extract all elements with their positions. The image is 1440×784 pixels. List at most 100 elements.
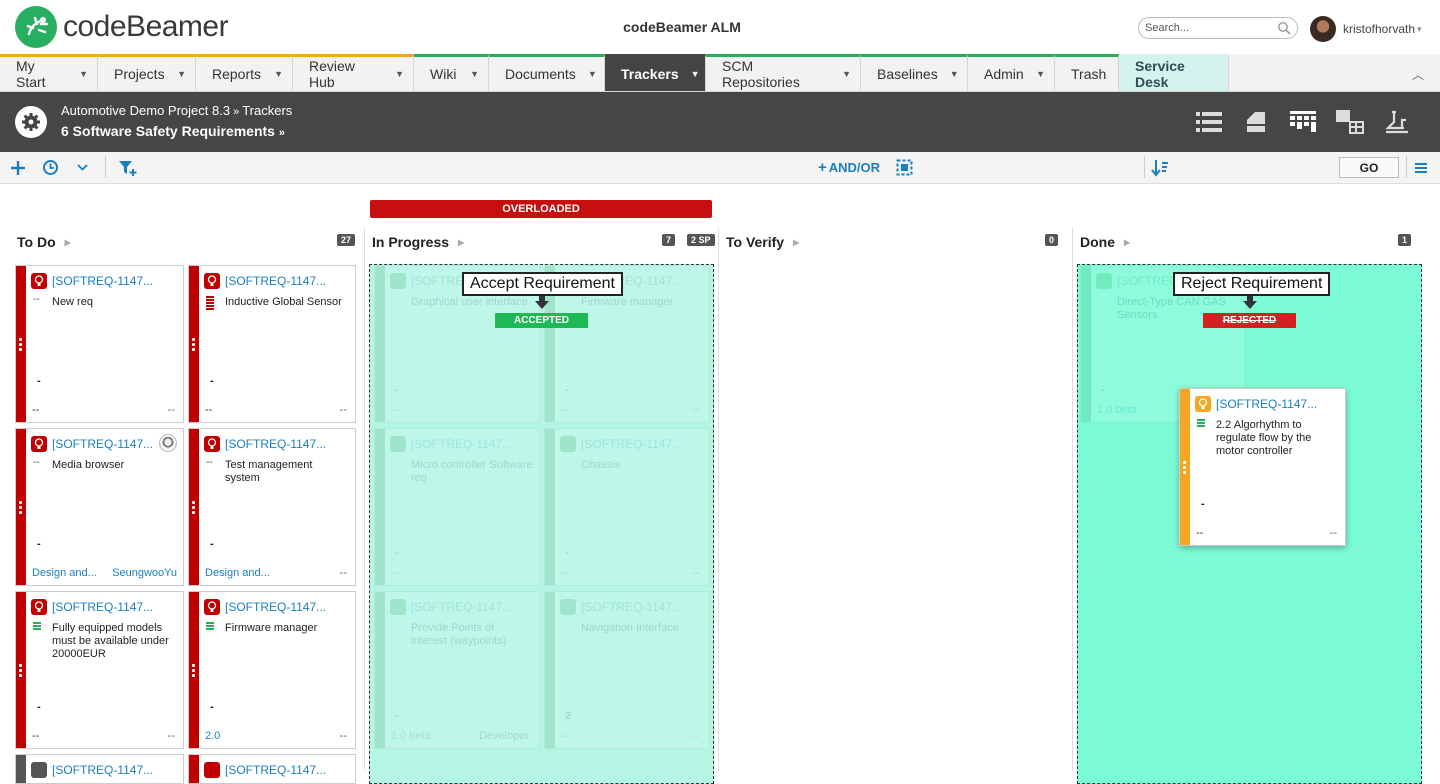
card-id[interactable]: [SOFTREQ-1147... <box>52 600 153 614</box>
card-drag-handle[interactable] <box>16 592 26 748</box>
chevron-down-icon[interactable]: ▼ <box>177 69 186 79</box>
chevron-down-icon[interactable]: ▼ <box>395 69 404 79</box>
card-story-points: - <box>210 701 214 713</box>
chevron-down-icon[interactable] <box>76 152 89 183</box>
column-header-in-progress[interactable]: In Progress ▶ <box>372 234 464 250</box>
tab-trash[interactable]: Trash <box>1055 54 1119 91</box>
search-box[interactable] <box>1138 17 1298 39</box>
card-drag-handle[interactable] <box>189 429 199 585</box>
tree-view-icon[interactable] <box>1327 106 1373 138</box>
card-id[interactable]: [SOFTREQ-1147... <box>225 763 326 777</box>
expand-arrow-icon[interactable]: ▶ <box>458 238 464 247</box>
card[interactable]: [SOFTREQ-1147... <box>15 754 184 784</box>
list-view-icon[interactable] <box>1186 106 1232 138</box>
tab-documents[interactable]: Documents ▼ <box>489 54 605 91</box>
tab-label: Service Desk <box>1135 58 1185 90</box>
card-id[interactable]: [SOFTREQ-1147... <box>1216 397 1317 411</box>
tab-scm-repositories[interactable]: SCM Repositories ▼ <box>706 54 861 91</box>
add-icon[interactable] <box>10 152 26 183</box>
card-drag-handle[interactable] <box>16 429 26 585</box>
card-assignee[interactable]: SeungwooYu <box>112 567 177 579</box>
card[interactable]: [SOFTREQ-1147... -- Test management syst… <box>188 428 356 586</box>
assignee-avatar[interactable] <box>159 434 177 452</box>
collapse-icon[interactable]: ︿ <box>1412 66 1424 83</box>
card-id[interactable]: [SOFTREQ-1147... <box>52 763 153 777</box>
user-menu[interactable]: kristofhorvath ▾ <box>1310 16 1422 42</box>
chevron-down-icon: ▾ <box>1417 23 1422 34</box>
chevron-down-icon[interactable]: ▼ <box>470 69 479 79</box>
tab-wiki[interactable]: Wiki ▼ <box>414 54 489 91</box>
breadcrumb-project[interactable]: Automotive Demo Project 8.3 <box>61 103 230 118</box>
expand-arrow-icon[interactable]: ▶ <box>65 238 71 247</box>
go-button[interactable]: GO <box>1339 157 1399 178</box>
menu-icon[interactable] <box>1414 152 1428 183</box>
card-title: 2.2 Algorhythm to regulate flow by the m… <box>1216 419 1312 457</box>
chevron-down-icon[interactable]: ▼ <box>1036 69 1045 79</box>
cardboard-view-icon[interactable] <box>1280 106 1326 138</box>
filter-add-icon[interactable] <box>118 152 138 183</box>
select-area-icon[interactable] <box>896 152 913 183</box>
tab-label: Reports <box>212 66 262 82</box>
card-id[interactable]: [SOFTREQ-1147... <box>225 437 326 451</box>
card-drag-handle[interactable] <box>189 592 199 748</box>
card-id[interactable]: [SOFTREQ-1147... <box>225 274 326 288</box>
card-release[interactable]: 2.0 <box>205 730 220 742</box>
breadcrumb-trackers[interactable]: Trackers <box>242 103 292 118</box>
chevron-down-icon[interactable]: ▼ <box>950 69 959 79</box>
chevron-down-icon[interactable]: ▼ <box>691 69 700 79</box>
tab-label: Projects <box>114 66 165 82</box>
card-id[interactable]: [SOFTREQ-1147... <box>225 600 326 614</box>
chevron-down-icon[interactable]: ▼ <box>79 69 88 79</box>
card-id[interactable]: [SOFTREQ-1147... <box>52 274 153 288</box>
expand-arrow-icon[interactable]: ▶ <box>1124 238 1130 247</box>
priority-icon: -- <box>33 294 40 305</box>
card-release: 1.0 beta <box>391 730 431 742</box>
card-drag-handle[interactable] <box>189 755 199 783</box>
search-icon[interactable] <box>1277 21 1291 38</box>
tab-my-start[interactable]: My Start ▼ <box>0 54 98 91</box>
card-story-points: 2 <box>565 710 572 722</box>
and-or-button[interactable]: + AND/OR <box>818 152 880 183</box>
tab-baselines[interactable]: Baselines ▼ <box>861 54 968 91</box>
card-drag-handle[interactable] <box>16 755 26 783</box>
card[interactable]: [SOFTREQ-1147... Fully equipped models m… <box>15 591 184 749</box>
chevron-down-icon[interactable]: ▼ <box>274 69 283 79</box>
and-or-label: AND/OR <box>828 160 881 175</box>
document-view-icon[interactable] <box>1233 106 1279 138</box>
toolbar-divider <box>1144 156 1145 178</box>
card[interactable]: [SOFTREQ-1147... Inductive Global Sensor… <box>188 265 356 423</box>
card-release[interactable]: Design and... <box>32 567 97 579</box>
card-drag-handle[interactable] <box>189 266 199 422</box>
tab-reports[interactable]: Reports ▼ <box>196 54 293 91</box>
gear-icon[interactable] <box>15 106 47 138</box>
card[interactable]: [SOFTREQ-1147... <box>188 754 356 784</box>
column-count: 1 <box>1398 234 1412 246</box>
dragged-card[interactable]: [SOFTREQ-1147... 2.2 Algorhythm to regul… <box>1179 388 1346 546</box>
card-drag-handle[interactable] <box>1180 389 1190 545</box>
expand-arrow-icon[interactable]: ▶ <box>793 238 799 247</box>
card[interactable]: [SOFTREQ-1147... -- New req - -- -- <box>15 265 184 423</box>
chevron-down-icon[interactable]: ▼ <box>842 69 851 79</box>
card-drag-handle[interactable] <box>16 266 26 422</box>
tab-admin[interactable]: Admin ▼ <box>968 54 1055 91</box>
card-release: -- <box>391 567 399 579</box>
requirement-icon <box>31 436 47 452</box>
column-header-to-verify[interactable]: To Verify ▶ <box>726 234 799 250</box>
column-header-todo[interactable]: To Do ▶ <box>17 234 71 250</box>
tracker-title[interactable]: 6 Software Safety Requirements <box>61 123 275 139</box>
tab-projects[interactable]: Projects ▼ <box>98 54 196 91</box>
chevron-down-icon[interactable]: ▼ <box>588 69 597 79</box>
card-id[interactable]: [SOFTREQ-1147... <box>52 437 153 451</box>
column-title: In Progress <box>372 234 450 250</box>
card-release[interactable]: Design and... <box>205 567 270 579</box>
column-header-done[interactable]: Done ▶ <box>1080 234 1130 250</box>
tab-service-desk[interactable]: Service Desk <box>1119 54 1229 91</box>
card[interactable]: [SOFTREQ-1147... -- Media browser - Desi… <box>15 428 184 586</box>
card[interactable]: [SOFTREQ-1147... Firmware manager - 2.0 … <box>188 591 356 749</box>
test-view-icon[interactable] <box>1374 106 1420 138</box>
history-icon[interactable] <box>42 152 59 183</box>
sort-icon[interactable] <box>1151 152 1169 183</box>
tab-trackers[interactable]: Trackers ▼ <box>605 54 706 91</box>
tab-review-hub[interactable]: Review Hub ▼ <box>293 54 414 91</box>
search-input[interactable] <box>1145 22 1271 34</box>
